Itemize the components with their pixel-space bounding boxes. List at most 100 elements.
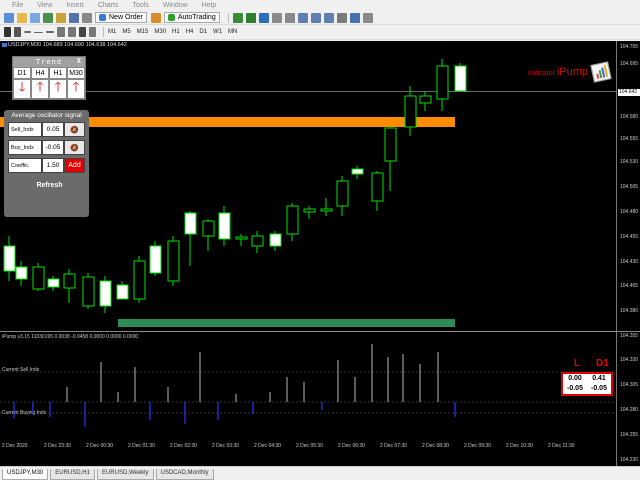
candle-body — [336, 180, 349, 207]
buy-index-input[interactable]: -0.05 — [42, 140, 64, 155]
vertical-line-icon[interactable] — [24, 31, 31, 33]
tab-usdjpy-m30[interactable]: USDJPY,M30 — [2, 469, 49, 480]
tab-eurusd-h1[interactable]: EURUSD,H1 — [50, 469, 95, 480]
indicator-window[interactable]: iPump v3.15 11030195 0.0038 -0.0458 0.00… — [0, 332, 616, 439]
time-label: 2 Dec 10:30 — [506, 443, 533, 449]
market-watch-icon[interactable] — [43, 12, 53, 23]
candle-body — [99, 280, 112, 307]
auto-trading-label: AutoTrading — [177, 14, 216, 21]
price-tick: 104.505 — [620, 184, 639, 190]
buy-alert-mute-button[interactable]: 🔕 — [64, 140, 85, 155]
oscillator-panel: Average oscillator signal Sell_Indx 0.05… — [4, 110, 89, 217]
time-label: 2 Dec 00:30 — [86, 443, 113, 449]
candlestick-series — [3, 59, 467, 313]
timeframe-d1[interactable]: D1 — [199, 29, 207, 35]
sell-index-input[interactable]: 0.05 — [42, 122, 64, 137]
periods-icon[interactable] — [349, 12, 360, 23]
timeframe-m30[interactable]: M30 — [154, 29, 166, 35]
trend-arrow-up-icon: 🡑 — [67, 79, 85, 99]
oscillator-panel-title: Average oscillator signal — [11, 112, 82, 119]
timeframe-w1[interactable]: W1 — [213, 29, 222, 35]
menu-view[interactable]: View — [37, 2, 52, 9]
coefficient-label: Coeffic. — [8, 158, 42, 173]
trend-arrow-down-icon: 🡓 — [13, 79, 31, 99]
channel-icon[interactable] — [57, 27, 65, 37]
new-order-button[interactable]: New Order — [95, 12, 147, 23]
strategy-tester-icon[interactable] — [82, 12, 92, 23]
terminal-icon[interactable] — [69, 12, 79, 23]
menu-bar: File View Insert Charts Tools Window Hel… — [0, 0, 640, 11]
drawing-toolbar: M1 M5 M15 M30 H1 H4 D1 W1 MN — [0, 25, 640, 40]
price-tick: 104.555 — [620, 136, 639, 142]
chart-shift-icon[interactable] — [310, 12, 321, 23]
zoom-out-icon[interactable] — [284, 12, 295, 23]
menu-insert[interactable]: Insert — [66, 2, 84, 9]
trend-close-button[interactable]: X — [77, 57, 82, 65]
candle-body — [454, 65, 467, 92]
cursor-icon[interactable] — [4, 27, 11, 37]
price-chart[interactable]: USDJPY,M30 104.689 104.690 104.638 104.6… — [0, 41, 616, 331]
time-label: 2 Dec 05:30 — [296, 443, 323, 449]
open-folder-icon[interactable] — [17, 12, 27, 23]
candle-body — [218, 212, 231, 240]
timeframe-mn[interactable]: MN — [228, 29, 237, 35]
trendline-icon[interactable] — [46, 31, 54, 33]
coefficient-input[interactable]: 1.50 — [42, 158, 64, 173]
timeframe-m1[interactable]: M1 — [108, 29, 116, 35]
ipump-logo-icon — [590, 61, 612, 83]
line-chart-icon[interactable] — [258, 12, 269, 23]
time-label: 2 Dec 07:30 — [380, 443, 407, 449]
sell-alert-mute-button[interactable]: 🔕 — [64, 122, 85, 137]
menu-file[interactable]: File — [12, 2, 23, 9]
coefficient-row: Coeffic. 1.50 Add — [8, 158, 89, 173]
timeframe-m15[interactable]: M15 — [137, 29, 149, 35]
menu-help[interactable]: Help — [202, 2, 216, 9]
arrows-icon[interactable] — [89, 27, 96, 37]
candle-body — [384, 127, 397, 162]
indicators-icon[interactable] — [336, 12, 347, 23]
trend-panel: Trend X D1 H4 H1 M30 🡓 🡑 🡑 🡑 — [12, 56, 86, 100]
trend-panel-title: Trend — [35, 58, 63, 66]
bar-chart-icon[interactable] — [232, 12, 243, 23]
trend-arrows-row: 🡓 🡑 🡑 🡑 — [13, 79, 85, 99]
candle-body — [3, 245, 16, 272]
tile-windows-icon[interactable] — [297, 12, 308, 23]
fibonacci-icon[interactable] — [68, 27, 76, 37]
price-tick: 104.305 — [620, 382, 639, 388]
price-tick: 104.330 — [620, 357, 639, 363]
horizontal-line-icon[interactable] — [34, 31, 43, 33]
crosshair-icon[interactable] — [14, 27, 21, 37]
timeframe-m5[interactable]: M5 — [122, 29, 130, 35]
index-table: 0.00 0.41 -0.05 -0.05 — [561, 372, 613, 396]
tab-usdcad-monthly[interactable]: USDCAD,Monthly — [155, 469, 214, 480]
new-order-icon — [99, 14, 106, 21]
price-axis[interactable]: 104.705 104.695 104.642 104.580 104.555 104.5… — [616, 41, 640, 466]
timeframe-h1[interactable]: H1 — [172, 29, 180, 35]
add-button[interactable]: Add — [64, 158, 85, 173]
price-tick: 104.480 — [620, 209, 639, 215]
tab-eurusd-weekly[interactable]: EURUSD,Weekly — [96, 469, 154, 480]
buy-index-label: Buy_Indx — [8, 140, 42, 155]
refresh-button[interactable]: Refresh — [13, 179, 86, 191]
navigator-icon[interactable] — [56, 12, 66, 23]
timeframe-h4[interactable]: H4 — [186, 29, 194, 35]
price-tick: 104.530 — [620, 159, 639, 165]
menu-tools[interactable]: Tools — [132, 2, 148, 9]
zoom-in-icon[interactable] — [271, 12, 282, 23]
toolbar-separator — [227, 12, 229, 23]
candle-body — [116, 284, 129, 300]
auto-scroll-icon[interactable] — [323, 12, 334, 23]
text-label-icon[interactable] — [79, 27, 86, 37]
profiles-icon[interactable] — [30, 12, 40, 23]
templates-icon[interactable] — [362, 12, 373, 23]
auto-trading-button[interactable]: AutoTrading — [163, 12, 220, 23]
ipump-logo-graphic — [596, 64, 609, 79]
new-chart-icon[interactable] — [4, 12, 14, 23]
time-label: 2 Dec 03:30 — [212, 443, 239, 449]
menu-window[interactable]: Window — [163, 2, 188, 9]
metaeditor-icon[interactable] — [150, 12, 161, 23]
menu-charts[interactable]: Charts — [98, 2, 119, 9]
candlestick-icon[interactable] — [245, 12, 256, 23]
candle-body — [419, 95, 432, 104]
candle-body — [82, 276, 95, 307]
